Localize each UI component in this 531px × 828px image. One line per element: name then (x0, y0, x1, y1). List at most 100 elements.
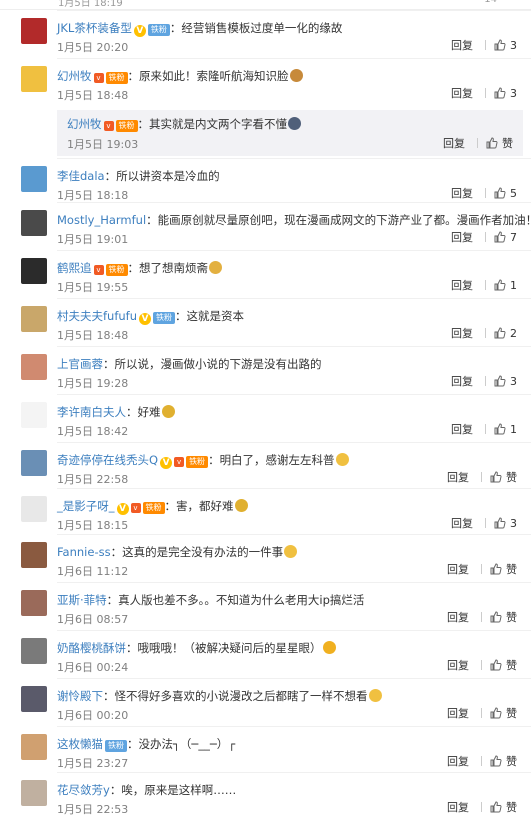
username-link[interactable]: _是影子呀_ (57, 499, 115, 513)
comment-time: 1月5日 19:03 (67, 138, 139, 151)
comment-text: 哦哦哦！（被解决疑问后的星星眼） (137, 641, 322, 655)
username-link[interactable]: 奇迹停停在线秃头Q (57, 453, 158, 467)
like-icon[interactable] (494, 231, 506, 246)
comment-actions: 回复 1 (451, 421, 517, 438)
avatar[interactable] (21, 496, 47, 522)
like-label[interactable]: 赞 (506, 755, 517, 768)
emoji-icon (368, 689, 382, 702)
like-icon[interactable] (494, 187, 506, 202)
avatar[interactable] (21, 306, 47, 332)
username-link[interactable]: 上官画蓉 (57, 357, 103, 371)
divider (481, 660, 482, 670)
comment-item: JKL茶杯装备型 V 铁粉 ：经营销售模板过度单一化的缘故 1月5日 20:20 回复 3 (0, 18, 531, 62)
avatar[interactable] (21, 66, 47, 92)
username-link[interactable]: 谢怜殿下 (57, 689, 103, 703)
username-link[interactable]: JKL茶杯装备型 (57, 21, 132, 35)
like-icon[interactable] (494, 423, 506, 438)
reply-button[interactable]: 回复 (451, 231, 473, 244)
like-label[interactable]: 赞 (506, 611, 517, 624)
nested-reply: 幻州牧 v 铁粉 ：其实就是内文两个字看不懂 1月5日 19:03 回复 赞 (57, 110, 523, 156)
reply-button[interactable]: 回复 (443, 137, 465, 150)
like-icon[interactable] (490, 611, 502, 626)
divider (481, 802, 482, 812)
comment-time: 1月5日 22:58 (57, 473, 129, 486)
like-count: 14 (484, 0, 497, 5)
like-icon[interactable] (494, 87, 506, 102)
reply-button[interactable]: 回复 (451, 279, 473, 292)
like-label[interactable]: 赞 (506, 659, 517, 672)
avatar[interactable] (21, 450, 47, 476)
avatar[interactable] (21, 166, 47, 192)
like-icon[interactable] (490, 471, 502, 486)
divider (57, 582, 531, 583)
like-icon[interactable] (494, 375, 506, 390)
comment-time: 1月5日 18:48 (57, 89, 129, 102)
emoji-icon (322, 641, 336, 654)
reply-button[interactable]: 回复 (447, 801, 469, 814)
username-link[interactable]: 奶酪樱桃酥饼 (57, 641, 126, 655)
reply-button[interactable]: 回复 (451, 187, 473, 200)
avatar[interactable] (21, 354, 47, 380)
avatar[interactable] (21, 734, 47, 760)
comment-item: 村夫夫夫fufufu V 铁粉 ：这就是资本 1月5日 18:48 回复 2 (0, 306, 531, 350)
reply-button[interactable]: 回复 (447, 755, 469, 768)
like-label[interactable]: 赞 (506, 801, 517, 814)
like-label[interactable]: 赞 (506, 707, 517, 720)
avatar[interactable] (21, 210, 47, 236)
avatar[interactable] (21, 542, 47, 568)
like-label[interactable]: 赞 (506, 471, 517, 484)
fan-badge: 铁粉 (105, 740, 127, 752)
reply-button[interactable]: 回复 (451, 87, 473, 100)
separator: ： (103, 357, 115, 371)
username-link[interactable]: 花尽敛芳y (57, 783, 110, 797)
avatar[interactable] (21, 18, 47, 44)
reply-button[interactable]: 回复 (447, 707, 469, 720)
username-link[interactable]: 李许南白夫人 (57, 405, 126, 419)
fan-badge: 铁粉 (186, 456, 209, 468)
vip-icon: v (174, 457, 185, 467)
like-icon[interactable] (490, 801, 502, 816)
username-link[interactable]: 李佳dala (57, 169, 105, 183)
avatar[interactable] (21, 590, 47, 616)
like-icon[interactable] (494, 39, 506, 54)
divider (57, 488, 531, 489)
username-link[interactable]: 幻州牧 (57, 69, 92, 83)
reply-button[interactable]: 回复 (451, 517, 473, 530)
like-icon[interactable] (494, 279, 506, 294)
username-link[interactable]: Mostly_Harmful (57, 213, 146, 227)
divider (481, 472, 482, 482)
comment-actions: 回复 3 (451, 85, 517, 102)
reply-button[interactable]: 回复 (451, 327, 473, 340)
like-label[interactable]: 赞 (502, 137, 513, 150)
username-link[interactable]: 这枚懒猫 (57, 737, 103, 751)
like-icon[interactable] (490, 659, 502, 674)
username-link[interactable]: 村夫夫夫fufufu (57, 309, 137, 323)
avatar[interactable] (21, 686, 47, 712)
like-icon[interactable] (494, 327, 506, 342)
comment-time: 1月6日 00:24 (57, 661, 129, 674)
reply-button[interactable]: 回复 (447, 471, 469, 484)
username-link[interactable]: 亚斯·菲特 (57, 593, 107, 607)
vip-icon: v (130, 503, 141, 513)
previous-comment-tail: 1月5日 18:19 14 (0, 0, 531, 10)
reply-button[interactable]: 回复 (447, 659, 469, 672)
like-icon[interactable] (490, 563, 502, 578)
username-link[interactable]: Fannie-ss (57, 545, 111, 559)
like-count: 3 (510, 375, 517, 388)
avatar[interactable] (21, 402, 47, 428)
like-label[interactable]: 赞 (506, 563, 517, 576)
like-icon[interactable] (486, 137, 498, 152)
like-icon[interactable] (494, 517, 506, 532)
like-icon[interactable] (490, 707, 502, 722)
avatar[interactable] (21, 638, 47, 664)
username-link[interactable]: 鹤熙追 (57, 261, 92, 275)
avatar[interactable] (21, 258, 47, 284)
reply-button[interactable]: 回复 (451, 423, 473, 436)
like-icon[interactable] (490, 755, 502, 770)
reply-button[interactable]: 回复 (447, 611, 469, 624)
reply-button[interactable]: 回复 (451, 39, 473, 52)
username-link[interactable]: 幻州牧 (67, 117, 102, 131)
reply-button[interactable]: 回复 (447, 563, 469, 576)
avatar[interactable] (21, 780, 47, 806)
reply-button[interactable]: 回复 (451, 375, 473, 388)
